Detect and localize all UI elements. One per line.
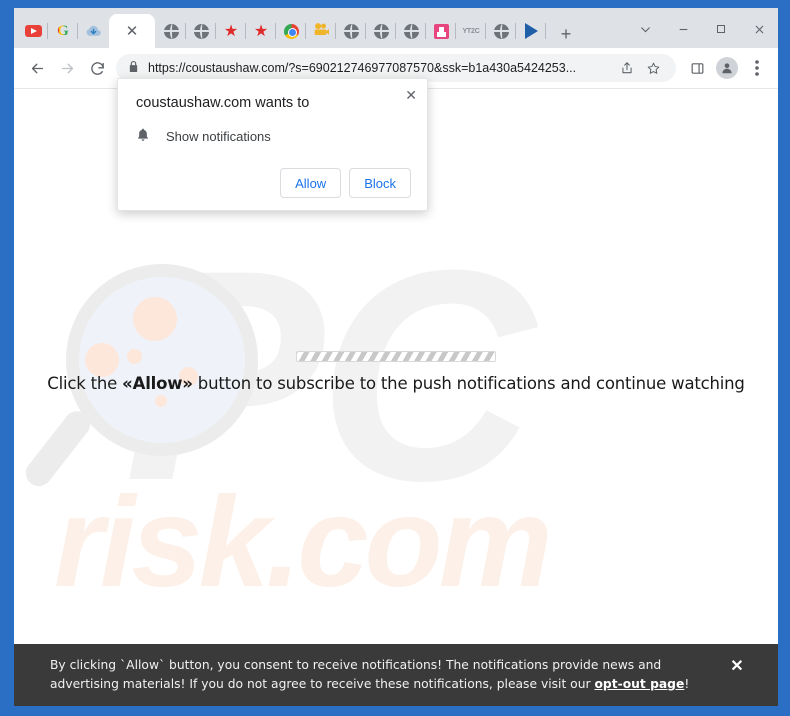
bookmark-star-icon[interactable] bbox=[640, 55, 666, 81]
tab-chrome[interactable] bbox=[276, 14, 306, 48]
tab-star-2[interactable]: ★ bbox=[246, 14, 276, 48]
maximize-button[interactable] bbox=[702, 14, 740, 44]
page-content: Click the «Allow» button to subscribe to… bbox=[14, 351, 778, 393]
tab-play-blue[interactable] bbox=[516, 14, 546, 48]
film-projector-icon bbox=[313, 22, 330, 41]
forward-button[interactable] bbox=[52, 53, 82, 83]
prompt-prefix: Click the bbox=[47, 374, 123, 393]
tab-globe-1[interactable] bbox=[156, 14, 186, 48]
globe-icon bbox=[373, 23, 389, 39]
tab-globe-6[interactable] bbox=[486, 14, 516, 48]
tab-star-1[interactable]: ★ bbox=[216, 14, 246, 48]
consent-banner-text: By clicking `Allow` button, you consent … bbox=[50, 656, 722, 694]
reload-button[interactable] bbox=[82, 53, 112, 83]
tab-search-button[interactable] bbox=[626, 14, 664, 44]
globe-icon bbox=[493, 23, 509, 39]
back-button[interactable] bbox=[22, 53, 52, 83]
star-icon: ★ bbox=[253, 22, 269, 40]
globe-icon bbox=[163, 23, 179, 39]
tab-globe-4[interactable] bbox=[366, 14, 396, 48]
watermark-risk: risk.com bbox=[54, 471, 552, 614]
permission-label: Show notifications bbox=[166, 129, 271, 144]
chrome-icon bbox=[283, 23, 299, 39]
tab-globe-2[interactable] bbox=[186, 14, 216, 48]
permission-dialog-title: coustaushaw.com wants to bbox=[136, 95, 310, 111]
tab-projector[interactable] bbox=[306, 14, 336, 48]
tab-downloader[interactable] bbox=[426, 14, 456, 48]
block-button[interactable]: Block bbox=[349, 168, 411, 198]
close-icon[interactable]: ✕ bbox=[722, 656, 752, 676]
avatar[interactable] bbox=[716, 57, 738, 79]
prompt-suffix: button to subscribe to the push notifica… bbox=[192, 374, 745, 393]
share-icon[interactable] bbox=[614, 55, 640, 81]
tab-strip: G ✕ ★ ★ YT2C + bbox=[14, 8, 778, 48]
globe-icon bbox=[343, 23, 359, 39]
tab-youtube[interactable] bbox=[18, 14, 48, 48]
allow-button[interactable]: Allow bbox=[280, 168, 342, 198]
progress-bar bbox=[296, 351, 496, 362]
tab-cloud-download[interactable] bbox=[78, 14, 108, 48]
close-icon[interactable]: ✕ bbox=[126, 24, 139, 39]
globe-icon bbox=[403, 23, 419, 39]
lens-dot bbox=[155, 395, 167, 407]
permission-dialog-actions: Allow Block bbox=[136, 168, 411, 198]
minimize-button[interactable] bbox=[664, 14, 702, 44]
close-window-button[interactable] bbox=[740, 14, 778, 44]
star-icon: ★ bbox=[223, 22, 239, 40]
window-controls bbox=[626, 14, 778, 48]
url-text: https://coustaushaw.com/?s=6902127469770… bbox=[148, 61, 577, 75]
tab-globe-5[interactable] bbox=[396, 14, 426, 48]
browser-window-frame: G ✕ ★ ★ YT2C + https://coustaushaw.com/?… bbox=[0, 0, 790, 716]
new-tab-button[interactable]: + bbox=[552, 20, 580, 48]
opt-out-link[interactable]: opt-out page bbox=[594, 677, 684, 691]
cloud-download-icon bbox=[85, 23, 102, 40]
permission-row: Show notifications bbox=[136, 127, 411, 146]
active-tab[interactable]: ✕ bbox=[109, 14, 155, 48]
lock-icon bbox=[128, 60, 139, 76]
consent-banner: By clicking `Allow` button, you consent … bbox=[14, 644, 778, 706]
download-box-icon bbox=[433, 23, 449, 39]
browser-menu-button[interactable] bbox=[742, 53, 772, 83]
lens-dot bbox=[133, 297, 177, 341]
youtube-icon bbox=[24, 25, 42, 37]
consent-text-part2: ! bbox=[684, 677, 690, 691]
notification-permission-dialog: ✕ coustaushaw.com wants to Show notifica… bbox=[117, 78, 428, 211]
globe-icon bbox=[193, 23, 209, 39]
bell-icon bbox=[136, 127, 158, 146]
consent-text-part1: By clicking `Allow` button, you consent … bbox=[50, 657, 662, 691]
yt2c-icon: YT2C bbox=[462, 27, 480, 35]
play-triangle-icon bbox=[524, 23, 538, 39]
google-icon: G bbox=[55, 23, 72, 40]
tab-google[interactable]: G bbox=[48, 14, 78, 48]
prompt-highlight: «Allow» bbox=[122, 374, 193, 393]
tab-yt2c[interactable]: YT2C bbox=[456, 14, 486, 48]
side-panel-button[interactable] bbox=[682, 53, 712, 83]
tab-globe-3[interactable] bbox=[336, 14, 366, 48]
page-prompt-text: Click the «Allow» button to subscribe to… bbox=[14, 374, 778, 393]
browser-window: G ✕ ★ ★ YT2C + https://coustaushaw.com/?… bbox=[14, 8, 778, 706]
close-icon[interactable]: ✕ bbox=[405, 88, 417, 102]
